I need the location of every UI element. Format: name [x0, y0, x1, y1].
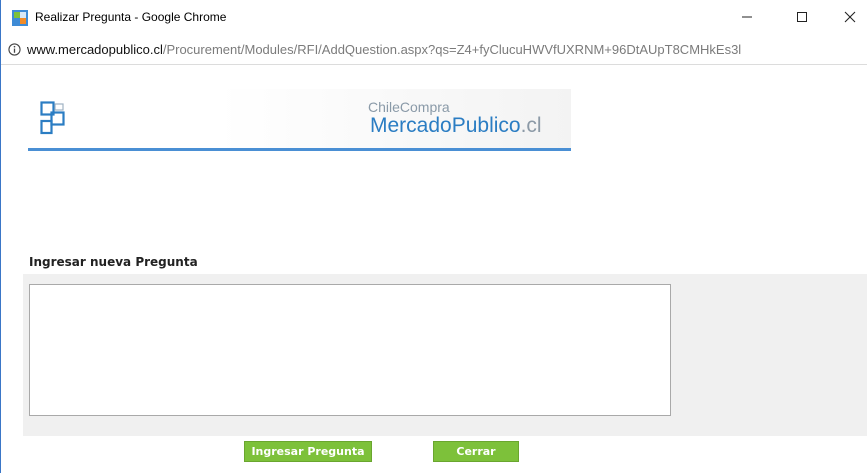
browser-window: Realizar Pregunta - Google Chrome www.me…: [0, 0, 867, 473]
question-panel: [23, 274, 867, 436]
close-button[interactable]: Cerrar: [433, 441, 519, 462]
page-content: ChileCompra MercadoPublico.cl Ingresar n…: [2, 65, 867, 473]
url-path: /Procurement/Modules/RFI/AddQuestion.asp…: [162, 42, 742, 57]
address-bar[interactable]: www.mercadopublico.cl/Procurement/Module…: [1, 36, 867, 65]
maximize-icon: [797, 12, 807, 22]
header-logo-banner: ChileCompra MercadoPublico.cl: [28, 89, 571, 151]
minimize-icon: [742, 16, 752, 18]
window-title: Realizar Pregunta - Google Chrome: [35, 10, 227, 24]
url-text[interactable]: www.mercadopublico.cl/Procurement/Module…: [27, 42, 741, 57]
logo-title-main: MercadoPublico: [370, 114, 521, 137]
new-question-label: Ingresar nueva Pregunta: [29, 255, 198, 269]
close-window-button[interactable]: [827, 0, 867, 34]
logo-title-suffix: .cl: [520, 114, 542, 137]
logo-underline: [28, 148, 571, 151]
info-icon[interactable]: [8, 43, 21, 56]
maximize-button[interactable]: [779, 0, 825, 34]
mercadopublico-app-icon: [12, 10, 28, 26]
question-textarea[interactable]: [29, 284, 671, 416]
close-icon: [844, 11, 856, 23]
minimize-button[interactable]: [724, 0, 770, 34]
logo-title: MercadoPublico.cl: [370, 114, 542, 138]
logo-subtitle: ChileCompra: [368, 99, 450, 115]
mercadopublico-logo-icon: [40, 101, 65, 135]
submit-question-button[interactable]: Ingresar Pregunta: [244, 441, 372, 462]
url-host: www.mercadopublico.cl: [27, 42, 163, 57]
title-bar: Realizar Pregunta - Google Chrome: [1, 0, 867, 36]
